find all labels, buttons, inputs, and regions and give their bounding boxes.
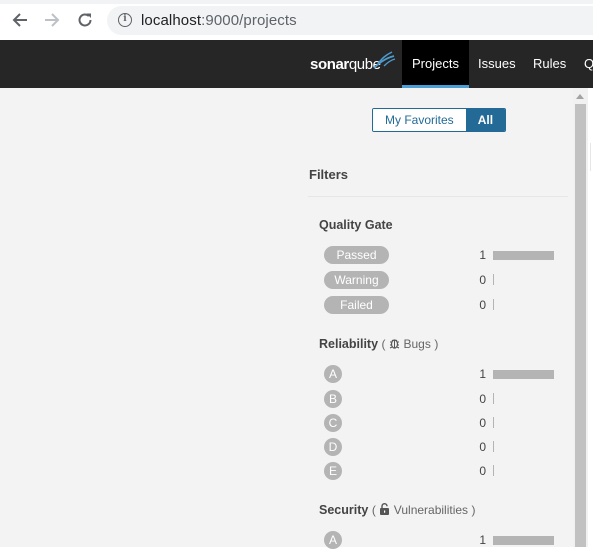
filters-sidebar <box>298 88 573 547</box>
reliability-title: Reliability ( Bugs ) <box>319 337 438 351</box>
nav-projects[interactable]: Projects <box>402 40 469 88</box>
facet-bar <box>493 536 554 545</box>
security-title: Security ( Vulnerabilities ) <box>319 503 476 517</box>
lock-open-icon <box>380 503 390 515</box>
rating-e[interactable]: E <box>324 462 342 480</box>
facet-bar <box>493 299 494 310</box>
sidebar-scrollbar[interactable] <box>573 88 588 547</box>
facet-count: 1 <box>479 367 486 381</box>
facet-count: 0 <box>479 440 486 454</box>
info-icon[interactable]: i <box>118 13 132 27</box>
tab-strip-edge <box>0 0 593 4</box>
facet-bar <box>493 274 494 285</box>
security-label: Security <box>319 503 369 517</box>
facet-count: 1 <box>479 533 486 547</box>
logo-text: sonarqube <box>310 56 381 73</box>
projects-list-area <box>0 88 298 547</box>
filters-title: Filters <box>309 167 349 182</box>
back-button[interactable] <box>10 10 30 30</box>
security-sub: Vulnerabilities <box>393 503 469 517</box>
reliability-close-paren: ) <box>434 337 439 351</box>
facet-bar <box>493 251 554 260</box>
nav-rules[interactable]: Rules <box>523 40 576 88</box>
rating-a[interactable]: A <box>324 365 342 383</box>
security-open-paren: ( <box>371 503 376 517</box>
url-host: localhost <box>141 12 202 29</box>
favorites-all-toggle: My Favorites All <box>372 108 507 132</box>
facet-passed[interactable]: Passed <box>324 246 389 264</box>
arrow-left-icon <box>12 13 27 27</box>
forward-button[interactable] <box>42 10 62 30</box>
my-favorites-button[interactable]: My Favorites <box>373 109 466 131</box>
logo-bold: sonar <box>310 56 349 73</box>
rating-c[interactable]: C <box>324 414 342 432</box>
url-text: localhost:9000/projects <box>141 12 297 29</box>
divider <box>590 143 591 171</box>
quality-gate-title: Quality Gate <box>319 218 393 232</box>
nav-issues[interactable]: Issues <box>468 40 526 88</box>
facet-count: 0 <box>479 298 486 312</box>
filters-divider <box>308 196 568 197</box>
facet-count: 1 <box>479 248 486 262</box>
facet-count: 0 <box>479 464 486 478</box>
address-bar[interactable]: i localhost:9000/projects <box>107 6 593 35</box>
facet-failed[interactable]: Failed <box>324 296 389 314</box>
rating-a[interactable]: A <box>324 531 342 549</box>
facet-bar <box>493 465 494 476</box>
rating-d[interactable]: D <box>324 438 342 456</box>
security-close-paren: ) <box>471 503 476 517</box>
arrow-right-icon <box>45 13 60 27</box>
logo-waves-icon <box>373 51 396 69</box>
facet-bar <box>493 441 494 452</box>
facet-warning[interactable]: Warning <box>324 271 389 289</box>
facet-count: 0 <box>479 416 486 430</box>
bug-icon <box>389 339 400 349</box>
scroll-thumb[interactable] <box>575 104 586 547</box>
all-button[interactable]: All <box>465 109 506 131</box>
reload-icon <box>78 13 92 27</box>
reliability-label: Reliability <box>319 337 379 351</box>
facet-count: 0 <box>479 273 486 287</box>
facet-bar <box>493 417 494 428</box>
url-path: :9000/projects <box>201 12 297 29</box>
nav-quality[interactable]: Q <box>574 40 593 88</box>
rating-b[interactable]: B <box>324 390 342 408</box>
browser-toolbar: i localhost:9000/projects <box>0 0 593 40</box>
reliability-open-paren: ( <box>381 337 386 351</box>
reload-button[interactable] <box>75 10 95 30</box>
reliability-sub: Bugs <box>403 337 431 351</box>
sonarqube-navbar: sonarqube Projects Issues Rules Q <box>0 40 593 88</box>
scroll-up-icon[interactable] <box>576 94 584 99</box>
facet-bar <box>493 393 494 404</box>
facet-bar <box>493 370 554 379</box>
facet-count: 0 <box>479 392 486 406</box>
